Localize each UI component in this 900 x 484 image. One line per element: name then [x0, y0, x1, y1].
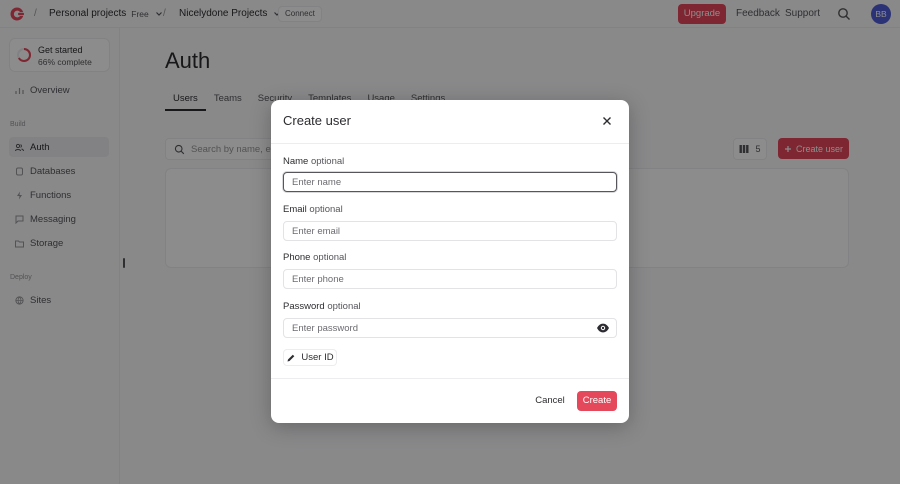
modal-title: Create user	[283, 113, 351, 128]
field-label-text: Name	[283, 156, 309, 167]
user-id-button[interactable]: User ID	[283, 349, 337, 366]
name-label: Name optional	[283, 156, 344, 167]
optional-hint: optional	[327, 301, 361, 312]
optional-hint: optional	[313, 252, 347, 263]
cancel-button[interactable]: Cancel	[529, 391, 571, 411]
eye-icon[interactable]	[596, 322, 610, 334]
close-icon[interactable]	[601, 115, 613, 127]
password-field[interactable]	[283, 318, 617, 338]
phone-label: Phone optional	[283, 252, 346, 263]
optional-hint: optional	[309, 204, 343, 215]
divider	[271, 143, 629, 144]
create-user-modal: Create user Name optional Email optional…	[271, 100, 629, 423]
email-label: Email optional	[283, 204, 343, 215]
field-label-text: Phone	[283, 252, 311, 263]
divider	[271, 378, 629, 379]
name-field[interactable]	[283, 172, 617, 192]
phone-field[interactable]	[283, 269, 617, 289]
pencil-icon	[287, 354, 295, 361]
user-id-label: User ID	[301, 352, 334, 363]
create-button[interactable]: Create	[577, 391, 617, 411]
email-field[interactable]	[283, 221, 617, 241]
field-label-text: Email	[283, 204, 307, 215]
password-label: Password optional	[283, 301, 361, 312]
optional-hint: optional	[310, 156, 345, 167]
field-label-text: Password	[283, 301, 325, 312]
